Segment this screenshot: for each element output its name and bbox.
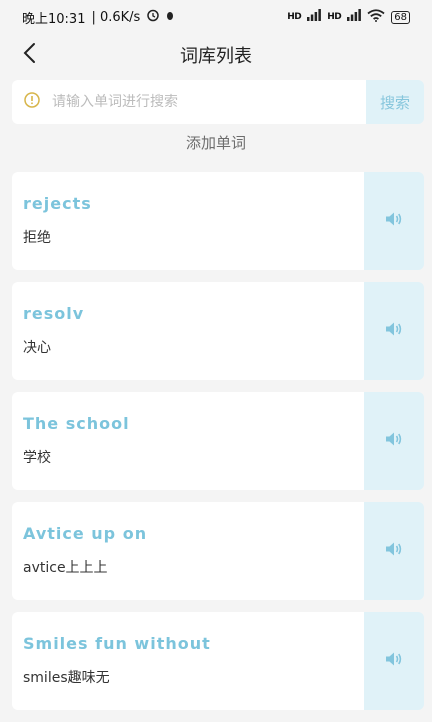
play-sound-button[interactable]: [364, 172, 424, 270]
word-entry[interactable]: resolv 决心: [12, 282, 364, 380]
speaker-icon: [385, 211, 403, 231]
word-entry[interactable]: rejects 拒绝: [12, 172, 364, 270]
word-card: Avtice up on avtice上上上: [12, 502, 424, 600]
word-english: rejects: [23, 194, 92, 213]
word-english: resolv: [23, 304, 85, 323]
search-bar: 搜索: [12, 80, 424, 124]
word-entry[interactable]: Smiles fun without smiles趣味无: [12, 612, 364, 710]
word-translation: 决心: [23, 340, 51, 356]
info-circle-icon: [24, 92, 40, 112]
word-translation: 拒绝: [23, 230, 51, 246]
word-list: rejects 拒绝 resolv 决心 The school 学校 Avtic…: [12, 172, 424, 722]
back-button[interactable]: [14, 40, 44, 70]
word-entry[interactable]: The school 学校: [12, 392, 364, 490]
speaker-icon: [385, 431, 403, 451]
speaker-icon: [385, 541, 403, 561]
alarm-icon: [146, 8, 160, 26]
search-box: [12, 80, 366, 124]
chevron-left-icon: [22, 42, 36, 68]
word-translation: smiles趣味无: [23, 670, 110, 686]
word-entry[interactable]: Avtice up on avtice上上上: [12, 502, 364, 600]
word-english: Smiles fun without: [23, 634, 211, 653]
wifi-icon: [367, 8, 385, 26]
word-translation: 学校: [23, 450, 51, 466]
status-left: 晚上10:31 | 0.6K/s: [22, 8, 174, 27]
play-sound-button[interactable]: [364, 612, 424, 710]
speaker-icon: [385, 321, 403, 341]
word-card: Smiles fun without smiles趣味无: [12, 612, 424, 710]
signal-hd-label-2: HD: [327, 12, 342, 22]
search-button[interactable]: 搜索: [366, 80, 424, 124]
speaker-icon: [385, 651, 403, 671]
play-sound-button[interactable]: [364, 282, 424, 380]
signal-icon-1: [307, 9, 322, 25]
play-sound-button[interactable]: [364, 392, 424, 490]
word-english: The school: [23, 414, 130, 433]
add-word-button[interactable]: 添加单词: [0, 132, 432, 153]
search-input[interactable]: [50, 93, 354, 111]
app-notification-icon: [166, 10, 174, 25]
header: 词库列表: [0, 36, 432, 74]
word-card: The school 学校: [12, 392, 424, 490]
word-translation: avtice上上上: [23, 560, 108, 576]
status-time: 晚上10:31: [22, 11, 86, 27]
word-card: resolv 决心: [12, 282, 424, 380]
play-sound-button[interactable]: [364, 502, 424, 600]
status-right: HD HD 68: [287, 8, 410, 26]
battery-indicator: 68: [391, 10, 410, 24]
word-english: Avtice up on: [23, 524, 148, 543]
status-net-speed: | 0.6K/s: [91, 9, 141, 25]
page-title: 词库列表: [180, 46, 252, 67]
word-card: rejects 拒绝: [12, 172, 424, 270]
signal-hd-label-1: HD: [287, 12, 302, 22]
status-bar: 晚上10:31 | 0.6K/s HD HD 68: [0, 0, 432, 34]
signal-icon-2: [347, 9, 362, 25]
